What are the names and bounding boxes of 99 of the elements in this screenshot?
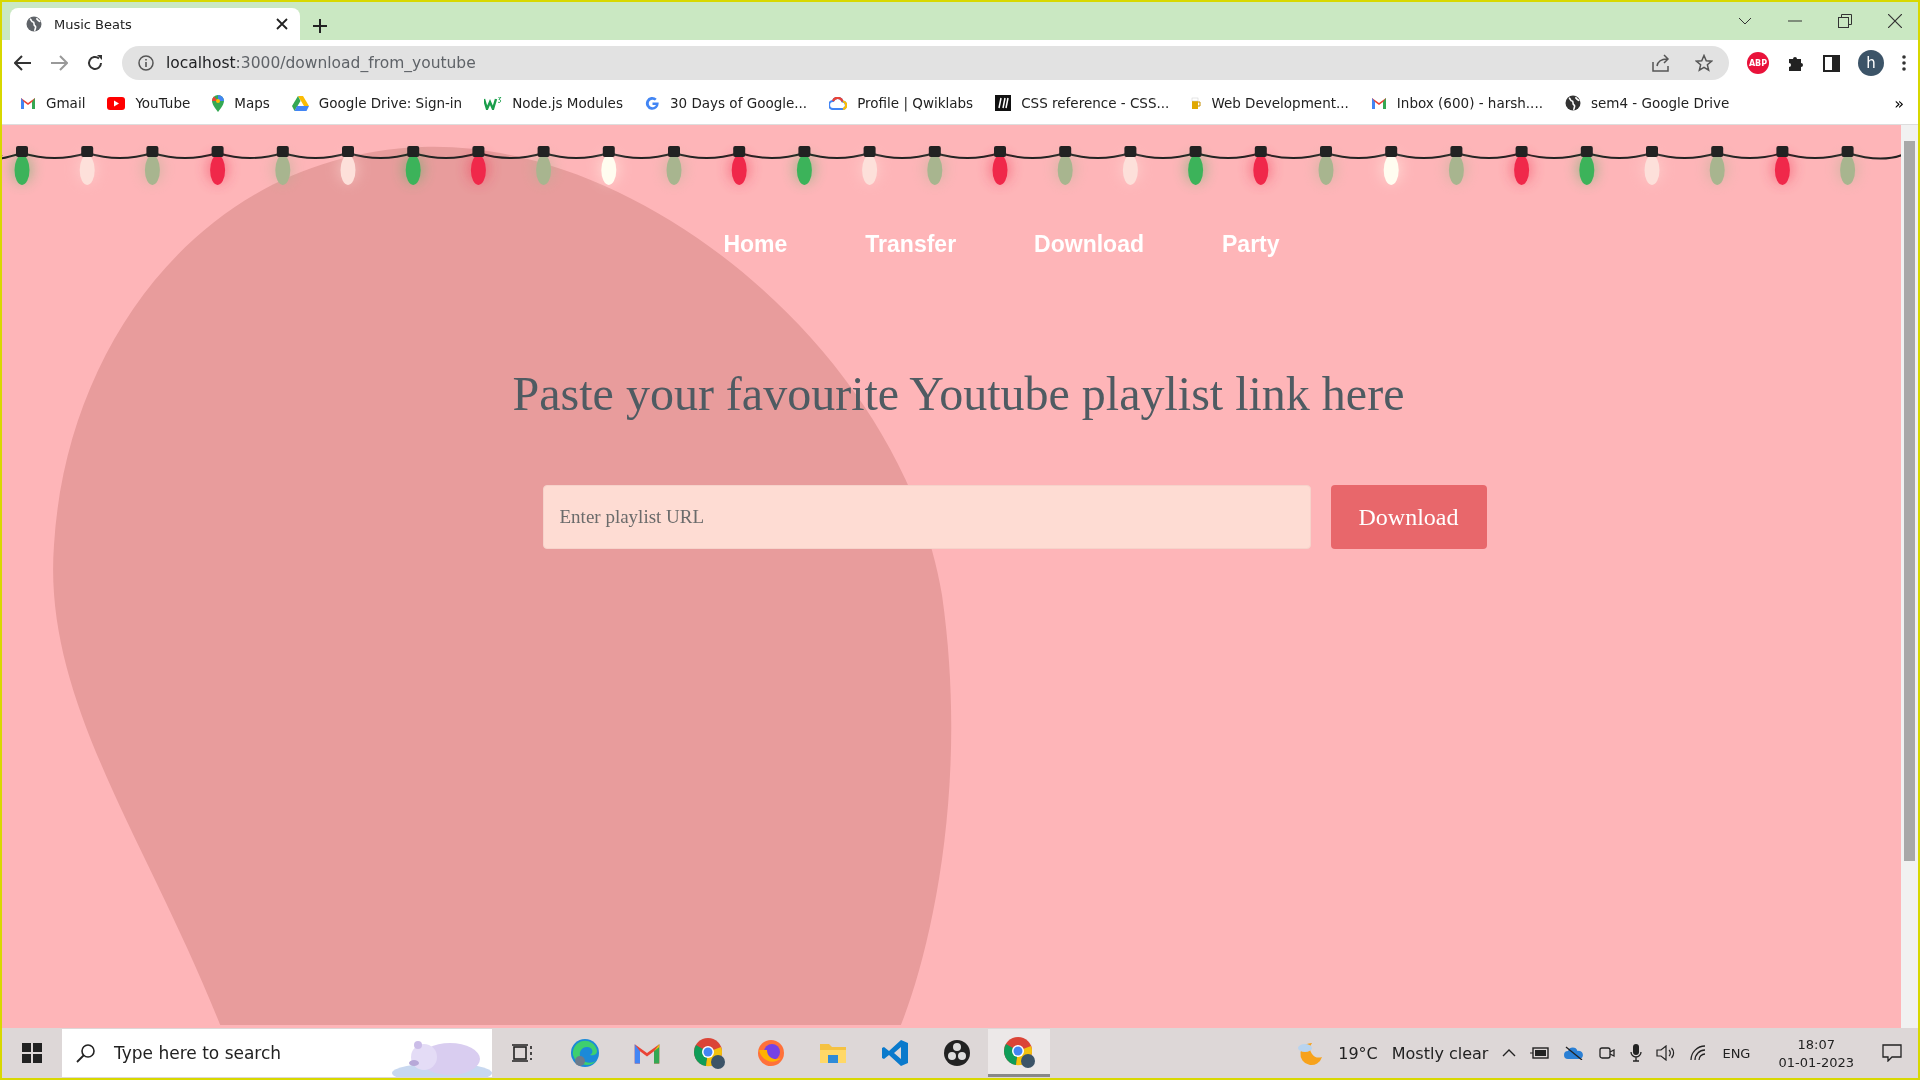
- light-bulb: [1446, 146, 1467, 185]
- code-editor-icon[interactable]: [881, 1039, 909, 1067]
- light-bulb: [924, 146, 945, 185]
- light-bulb: [729, 146, 750, 185]
- light-bulb: [142, 146, 163, 185]
- light-bulb: [794, 146, 815, 185]
- bookmark-link[interactable]: Node.js Modules: [512, 95, 623, 111]
- profile-avatar[interactable]: h: [1858, 50, 1884, 76]
- windows-start-icon[interactable]: [22, 1043, 42, 1063]
- light-bulb: [77, 146, 98, 185]
- mail-icon[interactable]: [633, 1042, 661, 1064]
- light-bulb: [1120, 146, 1141, 185]
- bookmark-link[interactable]: Inbox (600) - harsh....: [1396, 95, 1543, 111]
- w-icon: [484, 96, 503, 110]
- light-bulb: [12, 146, 32, 185]
- microphone-icon[interactable]: [1630, 1044, 1643, 1062]
- triangle-icon: [291, 95, 309, 111]
- page-heading: Paste your favourite Youtube playlist link here: [512, 366, 1405, 421]
- light-bulb: [403, 146, 424, 185]
- light-bulb: [1642, 146, 1662, 185]
- battery-icon[interactable]: [1530, 1047, 1551, 1059]
- bookmark-link[interactable]: Gmail: [46, 95, 86, 111]
- bookmark-link[interactable]: Maps: [234, 95, 270, 111]
- cloud-icon[interactable]: [1564, 1046, 1585, 1060]
- light-bulb: [1381, 146, 1402, 185]
- map-pin-icon: [212, 94, 225, 112]
- clock-date[interactable]: 01-01-2023: [1778, 1054, 1854, 1070]
- temperature-text: 19°C: [1338, 1043, 1378, 1063]
- bookmark-link[interactable]: Google Drive: Sign-in: [318, 95, 463, 111]
- taskbar-search-field[interactable]: Type here to search: [62, 1029, 492, 1077]
- mail-icon: [20, 97, 36, 109]
- weather-text: Mostly clear: [1391, 1043, 1489, 1063]
- star-icon[interactable]: [1695, 54, 1713, 72]
- bookmark-link[interactable]: Profile | Qwiklabs: [857, 95, 974, 111]
- clock-time[interactable]: 18:07: [1797, 1036, 1835, 1052]
- light-bulb: [338, 146, 358, 185]
- adblock-button[interactable]: ABP: [1747, 52, 1769, 74]
- light-bulb: [272, 146, 293, 185]
- folder-icon[interactable]: [819, 1041, 847, 1065]
- light-bulb: [1772, 146, 1793, 185]
- mug-icon: [1191, 96, 1202, 110]
- task-view-icon[interactable]: [512, 1043, 534, 1063]
- bookmark-link[interactable]: CSS reference - CSS...: [1021, 95, 1170, 111]
- cloud-icon: [829, 96, 848, 110]
- light-bulb: [1316, 146, 1336, 185]
- light-bulb: [1511, 146, 1532, 185]
- edge-icon[interactable]: [570, 1038, 600, 1068]
- light-bulb: [1837, 146, 1858, 185]
- close-icon[interactable]: [1888, 14, 1902, 28]
- reload-icon[interactable]: [86, 54, 104, 72]
- bookmark-link[interactable]: Web Development...: [1211, 95, 1349, 111]
- language-indicator[interactable]: ENG: [1722, 1045, 1751, 1061]
- bookmark-link[interactable]: sem4 - Google Drive: [1591, 95, 1730, 111]
- light-bulb: [1576, 146, 1597, 185]
- firefox-icon[interactable]: [756, 1038, 786, 1068]
- back-arrow-icon[interactable]: [14, 55, 32, 71]
- forward-arrow-icon[interactable]: [50, 55, 68, 71]
- info-icon[interactable]: [138, 55, 154, 71]
- more-bookmarks-button[interactable]: »: [1894, 93, 1904, 113]
- bookmark-link[interactable]: 30 Days of Google...: [669, 95, 808, 111]
- light-bulb: [533, 146, 554, 185]
- light-bulb: [990, 146, 1010, 185]
- close-icon[interactable]: [276, 18, 288, 30]
- light-bulb: [598, 146, 619, 185]
- side-panel-icon[interactable]: [1823, 54, 1840, 72]
- globe-icon: [26, 16, 42, 32]
- scrollbar[interactable]: [1901, 125, 1918, 1028]
- plus-icon[interactable]: [312, 18, 328, 34]
- bookmark-link[interactable]: YouTube: [135, 95, 191, 111]
- light-bulb: [664, 146, 684, 185]
- puzzle-icon[interactable]: [1787, 54, 1805, 72]
- record-icon[interactable]: [943, 1039, 971, 1067]
- playlist-url-field[interactable]: Enter playlist URL: [542, 485, 1311, 549]
- light-bulb: [1707, 146, 1728, 185]
- square-icon: [995, 95, 1012, 111]
- chevron-up-icon[interactable]: [1502, 1049, 1517, 1057]
- light-bulb: [859, 146, 880, 185]
- chrome-icon[interactable]: [693, 1037, 725, 1069]
- share-icon[interactable]: [1651, 54, 1671, 72]
- speaker-icon[interactable]: [1656, 1045, 1677, 1061]
- g-icon: [644, 95, 660, 111]
- more-menu-icon[interactable]: [1902, 55, 1906, 71]
- url-text: localhost:3000/download_from_youtube: [166, 54, 476, 72]
- light-bulb: [1250, 146, 1271, 185]
- browser-tab[interactable]: Music Beats: [10, 8, 300, 40]
- chrome-icon[interactable]: [1003, 1035, 1035, 1068]
- address-bar[interactable]: localhost:3000/download_from_youtube: [122, 46, 1729, 80]
- light-bulb: [1185, 146, 1206, 185]
- globe-icon: [1565, 95, 1581, 111]
- camera-icon[interactable]: [1598, 1045, 1617, 1061]
- play-icon: [107, 96, 126, 110]
- chevron-down-icon[interactable]: [1738, 17, 1752, 25]
- light-bulb: [468, 146, 489, 185]
- restore-icon[interactable]: [1838, 14, 1852, 28]
- light-bulb: [207, 146, 228, 185]
- light-bulb: [1055, 146, 1076, 185]
- notifications-icon[interactable]: [1882, 1044, 1902, 1062]
- search-icon: [76, 1043, 96, 1063]
- mail-icon: [1370, 97, 1387, 109]
